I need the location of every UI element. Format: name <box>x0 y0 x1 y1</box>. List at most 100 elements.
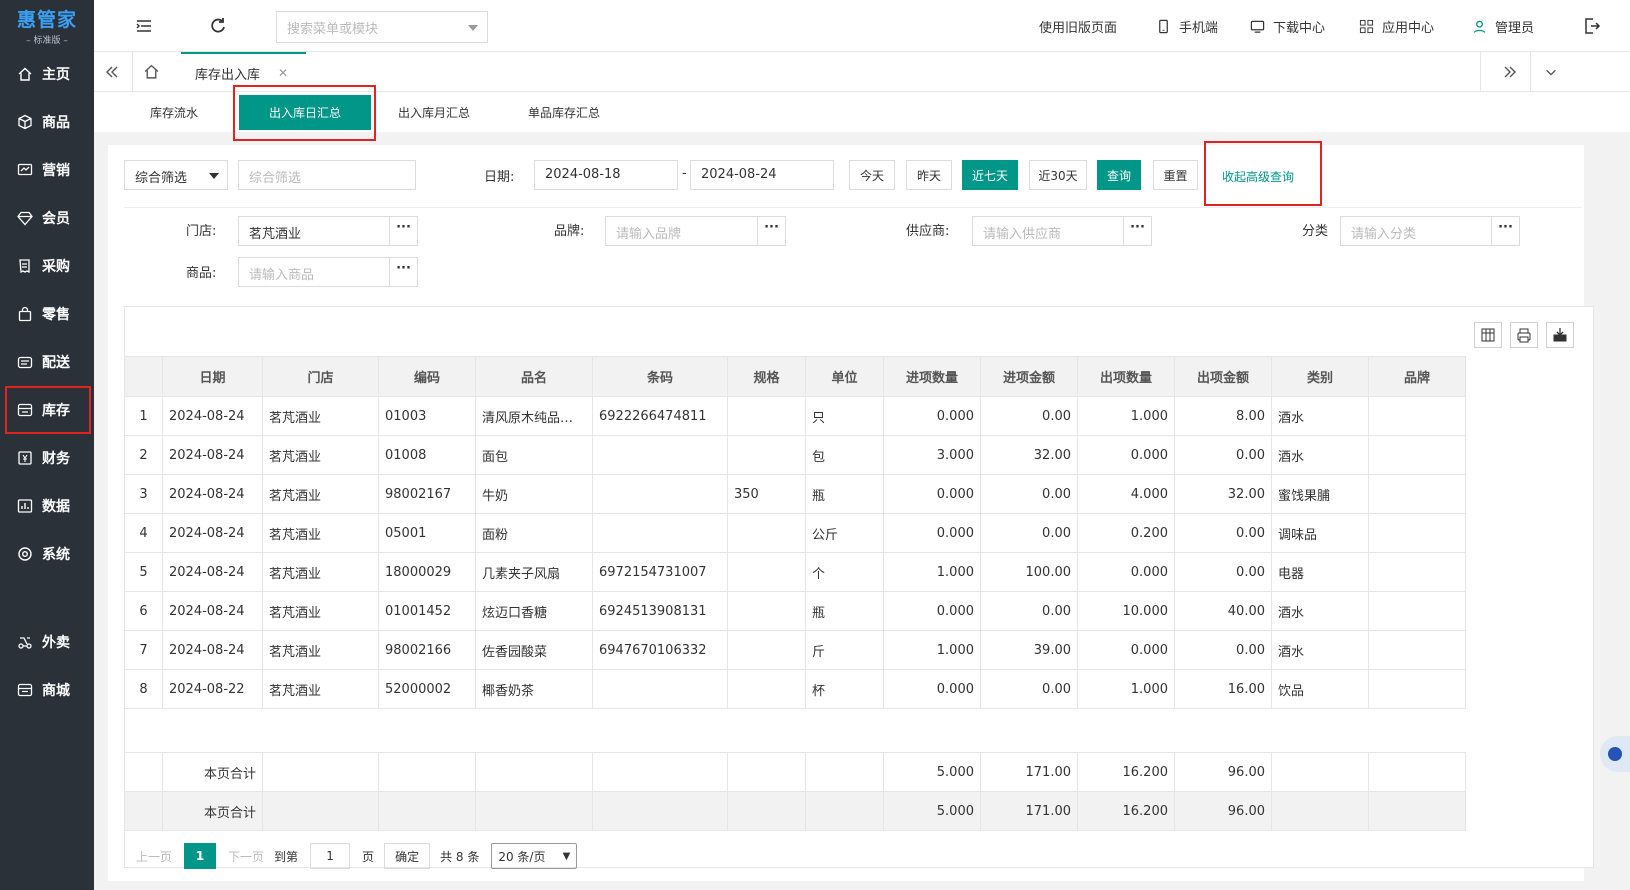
goto-page-input[interactable]: 1 <box>310 843 351 869</box>
column-header[interactable]: 门店 <box>262 356 379 397</box>
date-to-input[interactable]: 2024-08-24 <box>690 160 834 190</box>
table-cell: 电器 <box>1271 552 1369 592</box>
menu-search-input[interactable]: 搜索菜单或模块 <box>276 11 488 43</box>
current-page-button[interactable]: 1 <box>184 843 217 869</box>
subtab-stock-flow[interactable]: 库存流水 <box>150 92 198 132</box>
sidebar-item-6[interactable]: 配送 <box>0 338 94 386</box>
summary-cell <box>592 752 728 792</box>
column-header[interactable]: 出项金额 <box>1174 356 1272 397</box>
more-icon[interactable]: ··· <box>1123 217 1151 245</box>
table-cell: 茗芃酒业 <box>262 669 379 709</box>
date-label: 日期: <box>484 170 515 185</box>
summary-cell: 171.00 <box>980 791 1078 831</box>
subtab-monthly-summary[interactable]: 出入库月汇总 <box>398 92 470 132</box>
column-header[interactable]: 品名 <box>475 356 593 397</box>
old-version-link[interactable]: 使用旧版页面 <box>1039 17 1117 36</box>
summary-cell: 5.000 <box>883 752 981 792</box>
reset-button[interactable]: 重置 <box>1153 160 1198 190</box>
yesterday-button[interactable]: 昨天 <box>906 160 952 190</box>
table-cell: 98002167 <box>378 474 476 514</box>
table-row[interactable]: 6 2024-08-24 茗芃酒业 01001452 炫迈口香糖 692451390813… <box>124 591 1466 631</box>
refresh-icon[interactable] <box>208 16 228 36</box>
last-7-days-button[interactable]: 近七天 <box>962 160 1018 190</box>
sidebar-item-1[interactable]: 商品 <box>0 98 94 146</box>
subtab-label: 出入库月汇总 <box>398 105 471 120</box>
more-icon[interactable]: ··· <box>757 217 785 245</box>
menu-toggle-icon[interactable] <box>134 16 154 36</box>
sidebar: 惠管家 – 标准版 – 主页 商品 营销 会员 采购 零售 配送 库存 财务 数据 系统 外卖 商城 <box>0 0 94 890</box>
chevron-down-icon[interactable] <box>468 25 478 31</box>
more-icon[interactable]: ··· <box>389 258 417 286</box>
sidebar-item-0[interactable]: 主页 <box>0 50 94 98</box>
sidebar-item-3[interactable]: 会员 <box>0 194 94 242</box>
more-icon[interactable]: ··· <box>389 217 417 245</box>
goto-confirm-button[interactable]: 确定 <box>384 843 431 869</box>
column-header[interactable]: 编码 <box>378 356 476 397</box>
logout-icon[interactable] <box>1582 16 1602 36</box>
download-center-link[interactable]: 下载中心 <box>1250 17 1325 36</box>
sidebar-item-8[interactable]: 财务 <box>0 434 94 482</box>
product-input[interactable]: 请输入商品 ··· <box>238 257 418 287</box>
column-header[interactable]: 日期 <box>162 356 263 397</box>
combo-filter-select[interactable]: 综合筛选 <box>124 160 228 190</box>
more-icon[interactable]: ··· <box>1491 217 1519 245</box>
table-row[interactable]: 7 2024-08-24 茗芃酒业 98002166 佐香园酸菜 694767010633… <box>124 630 1466 670</box>
table-row[interactable]: 3 2024-08-24 茗芃酒业 98002167 牛奶 350 瓶 0.000 0.00 4.… <box>124 474 1466 514</box>
prev-page-link[interactable]: 上一页 <box>136 848 172 865</box>
today-button[interactable]: 今天 <box>849 160 895 190</box>
chevron-down-icon[interactable] <box>1544 65 1558 79</box>
mobile-link[interactable]: 手机端 <box>1156 17 1218 36</box>
table-cell: 杯 <box>805 669 884 709</box>
page-size-select[interactable]: 20 条/页 ▼ <box>491 843 578 869</box>
sidebar-item-5[interactable]: 零售 <box>0 290 94 338</box>
home-tab-icon[interactable] <box>143 63 160 80</box>
sidebar-item-10[interactable]: 系统 <box>0 530 94 578</box>
table-cell <box>1368 435 1466 475</box>
next-page-link[interactable]: 下一页 <box>228 848 264 865</box>
app-center-link[interactable]: 应用中心 <box>1359 17 1434 36</box>
table-cell: 16.00 <box>1174 669 1272 709</box>
print-icon[interactable] <box>1510 322 1538 348</box>
last-30-days-button[interactable]: 近30天 <box>1029 160 1087 190</box>
query-button[interactable]: 查询 <box>1097 160 1141 190</box>
column-header[interactable]: 进项金额 <box>980 356 1078 397</box>
double-chevron-right-icon[interactable] <box>1502 64 1518 80</box>
column-filter-icon[interactable] <box>1474 322 1502 348</box>
category-input[interactable]: 请输入分类 ··· <box>1340 216 1520 246</box>
topbar: 搜索菜单或模块 使用旧版页面 手机端 下载中心 应用中心 管理员 <box>94 0 1630 52</box>
sidebar-item-11[interactable]: 外卖 <box>0 618 94 666</box>
date-from-input[interactable]: 2024-08-18 <box>534 160 678 190</box>
table-row[interactable]: 4 2024-08-24 茗芃酒业 05001 面粉 公斤 0.000 0.00 0.200 0.… <box>124 513 1466 553</box>
export-icon[interactable] <box>1546 322 1574 348</box>
table-row[interactable]: 2 2024-08-24 茗芃酒业 01008 面包 包 3.000 32.00 0.000 0.… <box>124 435 1466 475</box>
column-header[interactable]: 进项数量 <box>883 356 981 397</box>
sidebar-item-4[interactable]: 采购 <box>0 242 94 290</box>
combo-filter-input[interactable]: 综合筛选 <box>238 160 416 190</box>
user-menu[interactable]: 管理员 <box>1472 17 1534 36</box>
subtab-item-summary[interactable]: 单品库存汇总 <box>528 92 600 132</box>
column-header[interactable]: 类别 <box>1271 356 1369 397</box>
column-header[interactable]: 出项数量 <box>1077 356 1175 397</box>
sidebar-item-12[interactable]: 商城 <box>0 666 94 714</box>
column-header[interactable]: 条码 <box>592 356 728 397</box>
table-cell: 瓶 <box>805 591 884 631</box>
table-row[interactable]: 1 2024-08-24 茗芃酒业 01003 清风原木纯品… 6922266474811… <box>124 396 1466 436</box>
sidebar-item-7[interactable]: 库存 <box>5 386 91 434</box>
column-header[interactable]: 规格 <box>727 356 806 397</box>
store-input[interactable]: 茗芃酒业 ··· <box>238 216 418 246</box>
assistant-float-button[interactable] <box>1600 736 1630 772</box>
download-label: 下载中心 <box>1273 21 1326 36</box>
brand-input[interactable]: 请输入品牌 ··· <box>605 216 786 246</box>
sidebar-item-9[interactable]: 数据 <box>0 482 94 530</box>
double-chevron-left-icon[interactable] <box>104 64 120 80</box>
table-row[interactable]: 8 2024-08-22 茗芃酒业 52000002 椰香奶茶 杯 0.000 0.00 1.0… <box>124 669 1466 709</box>
supplier-input[interactable]: 请输入供应商 ··· <box>972 216 1152 246</box>
diamond-icon <box>17 211 33 226</box>
close-icon[interactable]: ✕ <box>278 66 288 80</box>
receipt-icon <box>19 259 30 274</box>
table-cell: 茗芃酒业 <box>262 630 379 670</box>
table-row[interactable]: 5 2024-08-24 茗芃酒业 18000029 几素夹子风扇 69721547310… <box>124 552 1466 592</box>
column-header[interactable]: 品牌 <box>1368 356 1466 397</box>
column-header[interactable]: 单位 <box>805 356 884 397</box>
sidebar-item-2[interactable]: 营销 <box>0 146 94 194</box>
